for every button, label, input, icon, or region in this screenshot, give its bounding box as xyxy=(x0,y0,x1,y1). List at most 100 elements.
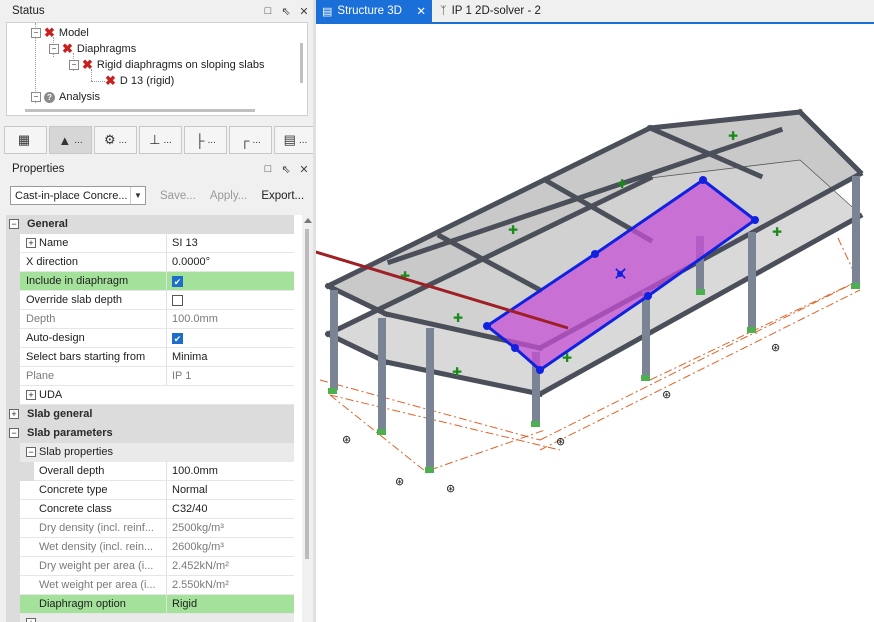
tree-node-model[interactable]: − ✖ Model xyxy=(31,25,89,41)
tree-hscrollbar[interactable] xyxy=(25,109,255,112)
model-icon: ▦ xyxy=(17,132,31,147)
tab-2d-solver[interactable]: ᛉ IP 1 2D-solver - 2 xyxy=(434,0,584,22)
category-general[interactable]: − General xyxy=(6,215,294,234)
property-row-diaphragm-option[interactable]: Diaphragm option Rigid xyxy=(6,595,294,614)
type-select[interactable]: Cast-in-place Concre... ▼ xyxy=(10,186,146,205)
depth-value: 100.0mm xyxy=(167,310,294,329)
close-icon[interactable]: ✕ xyxy=(295,163,313,176)
properties-title: Properties xyxy=(12,163,65,175)
diaphragm-option-value[interactable]: Rigid xyxy=(167,595,294,614)
property-row-name[interactable]: + Name SI 13 xyxy=(6,234,294,253)
collapse-icon[interactable]: − xyxy=(26,447,36,457)
chevron-down-icon[interactable]: ▼ xyxy=(130,187,145,204)
close-icon[interactable]: ✕ xyxy=(416,4,426,18)
wet-density-value: 2600kg/m³ xyxy=(167,538,294,557)
dropdown-icon[interactable]: □ xyxy=(259,163,277,175)
svg-text:✚: ✚ xyxy=(728,129,738,143)
property-row-override[interactable]: Override slab depth xyxy=(6,291,294,310)
analysis-button[interactable]: ⚙... xyxy=(94,126,137,154)
grid-bubble-icon: ⊛ xyxy=(771,341,780,354)
property-row-dry-weight[interactable]: Dry weight per area (i... 2.452kN/m² xyxy=(6,557,294,576)
tree-node-d13[interactable]: ✖ D 13 (rigid) xyxy=(105,73,174,89)
tab-structure-3d[interactable]: ▤ Structure 3D ✕ xyxy=(316,0,432,22)
svg-text:✚: ✚ xyxy=(772,225,782,239)
concrete-type-value[interactable]: Normal xyxy=(167,481,294,500)
property-row-concrete-class[interactable]: Concrete class C32/40 xyxy=(6,500,294,519)
grid-bubble-icon: ⊛ xyxy=(395,475,404,488)
collapse-icon[interactable]: − xyxy=(9,428,19,438)
pin-icon[interactable]: ⇖ xyxy=(277,163,295,176)
property-row-autodesign[interactable]: Auto-design ✔ xyxy=(6,329,294,348)
scroll-up-icon[interactable] xyxy=(304,218,312,223)
analysis-icon: ⚙ xyxy=(104,132,116,147)
tree-node-analysis[interactable]: − ? Analysis xyxy=(31,89,100,105)
category-slab-parameters[interactable]: − Slab parameters xyxy=(6,424,294,443)
collapse-icon[interactable]: − xyxy=(31,92,41,102)
status-titlebar: Status □ ⇖ ✕ xyxy=(0,0,313,22)
name-value[interactable]: SI 13 xyxy=(167,234,294,253)
svg-text:✚: ✚ xyxy=(562,351,572,365)
property-grid-scrollbar[interactable] xyxy=(302,215,313,622)
close-icon[interactable]: ✕ xyxy=(295,5,313,18)
apply-button[interactable]: Apply... xyxy=(210,190,248,202)
dry-density-value: 2500kg/m³ xyxy=(167,519,294,538)
property-row-wet-density[interactable]: Wet density (incl. rein... 2600kg/m³ xyxy=(6,538,294,557)
svg-text:✚: ✚ xyxy=(453,311,463,325)
property-row-selectbars[interactable]: Select bars starting from Minima xyxy=(6,348,294,367)
override-checkbox[interactable] xyxy=(172,294,183,306)
report-button[interactable]: ▤... xyxy=(274,126,317,154)
overall-depth-value[interactable]: 100.0mm xyxy=(167,462,294,481)
collapse-icon[interactable]: − xyxy=(69,60,79,70)
save-button[interactable]: Save... xyxy=(160,190,196,202)
property-row-concrete-type[interactable]: Concrete type Normal xyxy=(6,481,294,500)
chart-icon: ▤ xyxy=(322,5,333,18)
export-button[interactable]: Export... xyxy=(261,190,304,202)
tree-node-diaphragms[interactable]: − ✖ Diaphragms xyxy=(49,41,136,57)
property-row-uda[interactable]: + UDA xyxy=(6,386,294,405)
svg-text:✚: ✚ xyxy=(452,365,462,379)
autodesign-checkbox[interactable]: ✔ xyxy=(172,332,183,344)
category-slab-general[interactable]: + Slab general xyxy=(6,405,294,424)
collapse-icon[interactable]: − xyxy=(9,219,19,229)
dry-weight-value: 2.452kN/m² xyxy=(167,557,294,576)
expand-icon[interactable]: + xyxy=(26,238,36,248)
pin-icon[interactable]: ⇖ xyxy=(277,5,295,18)
structure-3d-model[interactable]: ✕ ✚✚✚ ✚✚✚ ✚✚ ⊛ ⊛ ⊛ ⊛ ⊛ ⊛ xyxy=(316,24,874,622)
expand-icon[interactable]: + xyxy=(9,409,19,419)
model-button[interactable]: ▦ xyxy=(4,126,47,154)
grid-bubble-icon: ⊛ xyxy=(342,433,351,446)
category-slab-properties[interactable]: − Slab properties xyxy=(6,443,294,462)
property-row-dry-density[interactable]: Dry density (incl. reinf... 2500kg/m³ xyxy=(6,519,294,538)
design-button[interactable]: ⊥... xyxy=(139,126,182,154)
property-row-plane[interactable]: Plane IP 1 xyxy=(6,367,294,386)
expand-icon[interactable]: + xyxy=(26,618,36,622)
structure-3d-viewport[interactable]: ✕ ✚ ✚ ✚ ✚ ✚ ✚ ✚ ✚ ⊛ ⊛ ⊛ ⊛ ⊛ ⊛ xyxy=(316,22,874,622)
property-row-overall-depth[interactable]: Overall depth 100.0mm xyxy=(6,462,294,481)
beam-icon: ┌ xyxy=(240,132,250,148)
property-row-xdir[interactable]: X direction 0.0000° xyxy=(6,253,294,272)
frame-icon: ├ xyxy=(195,132,205,148)
collapse-icon[interactable]: − xyxy=(31,28,41,38)
beam-button[interactable]: ┌... xyxy=(229,126,272,154)
load-button[interactable]: ▲... xyxy=(49,126,92,154)
scrollbar-thumb[interactable] xyxy=(305,229,309,559)
property-row-include[interactable]: Include in diaphragm ✔ xyxy=(6,272,294,291)
property-row-wet-weight[interactable]: Wet weight per area (i... 2.550kN/m² xyxy=(6,576,294,595)
dropdown-icon[interactable]: □ xyxy=(259,5,277,17)
xdir-value[interactable]: 0.0000° xyxy=(167,253,294,272)
tree-scrollbar[interactable] xyxy=(300,43,303,83)
collapse-icon[interactable]: − xyxy=(49,44,59,54)
category-next[interactable]: + xyxy=(6,614,294,622)
tree-node-rigid-diaphragms[interactable]: − ✖ Rigid diaphragms on sloping slabs xyxy=(69,57,264,73)
concrete-class-value[interactable]: C32/40 xyxy=(167,500,294,519)
selectbars-value[interactable]: Minima xyxy=(167,348,294,367)
status-panel: Status □ ⇖ ✕ − ✖ Model − ✖ Diaphragms − … xyxy=(0,0,313,122)
property-row-depth[interactable]: Depth 100.0mm xyxy=(6,310,294,329)
include-checkbox[interactable]: ✔ xyxy=(172,275,183,287)
expand-icon[interactable]: + xyxy=(26,390,36,400)
svg-text:✚: ✚ xyxy=(508,223,518,237)
x-icon: ✖ xyxy=(62,41,73,56)
wet-weight-value: 2.550kN/m² xyxy=(167,576,294,595)
grid-bubble-icon: ⊛ xyxy=(556,435,565,448)
frame-button[interactable]: ├... xyxy=(184,126,227,154)
